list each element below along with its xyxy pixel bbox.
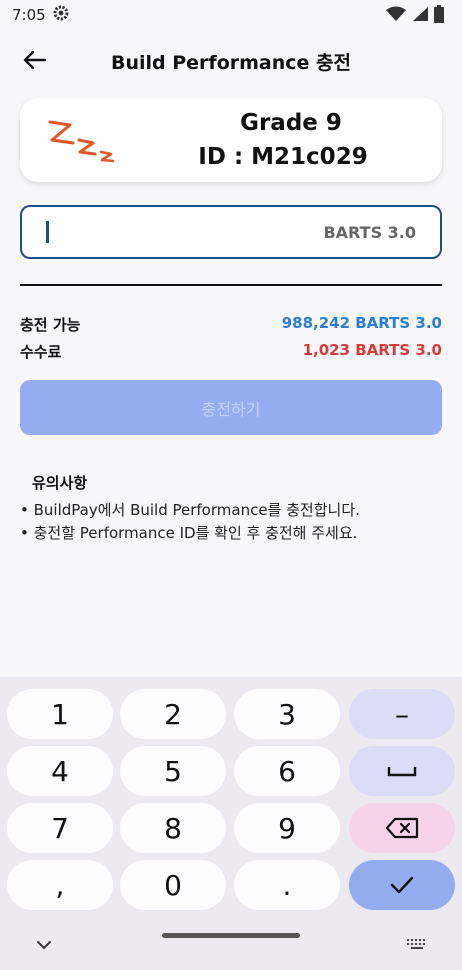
text-cursor (46, 221, 49, 243)
performance-id: ID : M21c029 (198, 144, 368, 170)
check-icon (390, 876, 414, 894)
notice-item: • 충전할 Performance ID를 확인 후 충전해 주세요. (20, 524, 358, 542)
fee-label: 수수료 (20, 343, 62, 361)
key-5[interactable]: 5 (120, 746, 226, 796)
keyboard-bottom-bar (0, 915, 462, 970)
key-comma[interactable]: , (7, 860, 113, 910)
wifi-icon (386, 6, 406, 26)
hide-keyboard-chevron-down-icon[interactable] (36, 935, 52, 954)
backspace-key[interactable] (349, 803, 455, 853)
battery-icon (434, 5, 444, 27)
space-key[interactable] (349, 746, 455, 796)
key-8[interactable]: 8 (120, 803, 226, 853)
status-bar: 7:05 (0, 0, 462, 30)
amount-input[interactable]: BARTS 3.0 (20, 205, 442, 259)
key-minus[interactable]: – (349, 689, 455, 739)
fee-row: 수수료 1,023 BARTS 3.0 (20, 341, 442, 363)
key-3[interactable]: 3 (234, 689, 340, 739)
profile-card: Grade 9 ID : M21c029 (20, 98, 442, 182)
amount-unit: BARTS 3.0 (323, 223, 416, 242)
app-bar: Build Performance 충전 (0, 36, 462, 84)
gesture-nav-handle[interactable] (162, 933, 300, 938)
fee-value: 1,023 BARTS 3.0 (302, 341, 442, 359)
key-period[interactable]: . (234, 860, 340, 910)
divider (20, 284, 442, 286)
key-9[interactable]: 9 (234, 803, 340, 853)
charge-button[interactable]: 충전하기 (20, 380, 442, 435)
key-4[interactable]: 4 (7, 746, 113, 796)
status-time: 7:05 (12, 6, 46, 24)
settings-gear-icon (52, 4, 70, 26)
notice-section: 유의사항 • BuildPay에서 Build Performance를 충전합… (20, 472, 450, 545)
cell-signal-icon (412, 6, 428, 26)
space-icon (387, 767, 417, 777)
backspace-icon (385, 817, 419, 839)
keyboard-switch-icon[interactable] (406, 935, 428, 954)
key-7[interactable]: 7 (7, 803, 113, 853)
done-key[interactable] (349, 860, 455, 910)
available-row: 충전 가능 988,242 BARTS 3.0 (20, 314, 442, 336)
numeric-keyboard: 1 2 3 – 4 5 6 7 8 9 , 0 . (0, 677, 462, 970)
key-1[interactable]: 1 (7, 689, 113, 739)
notice-title: 유의사항 (32, 474, 88, 492)
grade-label: Grade 9 (240, 110, 342, 136)
key-0[interactable]: 0 (120, 860, 226, 910)
available-value: 988,242 BARTS 3.0 (281, 314, 442, 332)
page-title: Build Performance 충전 (111, 52, 351, 74)
available-label: 충전 가능 (20, 316, 81, 334)
key-2[interactable]: 2 (120, 689, 226, 739)
key-6[interactable]: 6 (234, 746, 340, 796)
notice-item: • BuildPay에서 Build Performance를 충전합니다. (20, 501, 360, 519)
